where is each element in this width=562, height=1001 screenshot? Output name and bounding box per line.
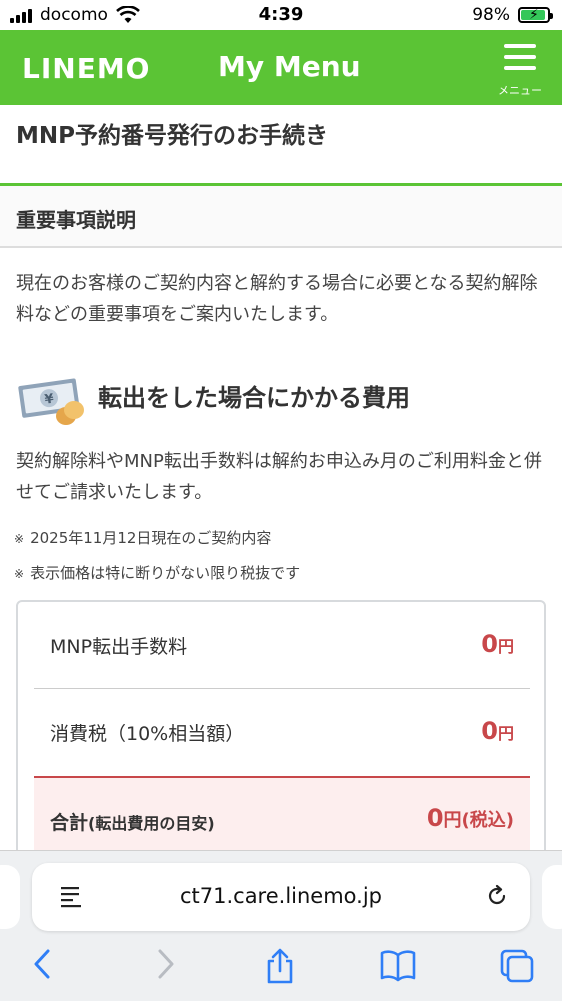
section-header: 重要事項説明 <box>0 186 562 248</box>
battery-percentage: 98% <box>472 5 510 25</box>
page-title: MNP予約番号発行のお手続き <box>16 123 328 149</box>
share-icon[interactable] <box>263 947 297 985</box>
battery-icon: ⚡ <box>518 7 553 23</box>
address-bar[interactable]: ct71.care.linemo.jp <box>32 863 530 931</box>
bookmarks-icon[interactable] <box>378 947 418 983</box>
fee-row-tax: 消費税（10%相当額） 0円 <box>34 689 530 775</box>
fee-label: 消費税（10%相当額） <box>50 723 245 745</box>
linemo-logo[interactable]: LINEMO <box>22 52 151 85</box>
money-icon: ¥ <box>18 378 84 425</box>
total-amount: 0円(税込) <box>426 804 514 832</box>
fee-row-mnp: MNP転出手数料 0円 <box>34 602 530 688</box>
menu-button[interactable]: メニュー <box>492 40 548 100</box>
status-bar: docomo 4:39 98% ⚡ <box>0 0 562 30</box>
fee-amount: 0円 <box>481 717 514 745</box>
back-chevron-icon[interactable] <box>30 947 56 981</box>
note-contract-date: ※ 2025年11月12日現在のご契約内容 <box>14 529 272 547</box>
intro-text: 現在のお客様のご契約内容と解約する場合に必要となる契約解除料などの重要事項をご案… <box>16 273 538 325</box>
browser-toolbar: ct71.care.linemo.jp <box>0 850 562 1001</box>
cost-title: 転出をした場合にかかる費用 <box>98 384 410 412</box>
reload-icon[interactable] <box>484 883 510 909</box>
menu-label: メニュー <box>498 84 542 97</box>
url-text[interactable]: ct71.care.linemo.jp <box>32 884 530 908</box>
browser-nav <box>0 947 562 987</box>
note-tax: ※ 表示価格は特に断りがない限り税抜です <box>14 564 301 582</box>
forward-chevron-icon[interactable] <box>152 947 178 981</box>
fee-table: MNP転出手数料 0円 消費税（10%相当額） 0円 合計(転出費用の目安) 0… <box>16 600 546 880</box>
app-header: LINEMO My Menu メニュー <box>0 30 562 105</box>
charging-bolt-icon: ⚡ <box>529 7 539 23</box>
section-title: 重要事項説明 <box>16 208 136 232</box>
tabs-icon[interactable] <box>498 947 536 985</box>
total-label: 合計(転出費用の目安) <box>50 812 215 834</box>
fee-amount: 0円 <box>481 630 514 658</box>
fee-label: MNP転出手数料 <box>50 636 188 658</box>
cost-heading: ¥ 転出をした場合にかかる費用 <box>16 370 546 430</box>
next-tab-preview[interactable] <box>542 865 562 929</box>
cost-description: 契約解除料やMNP転出手数料は解約お申込み月のご利用料金と併せてご請求いたします… <box>16 451 542 503</box>
header-title: My Menu <box>218 50 361 83</box>
previous-tab-preview[interactable] <box>0 865 20 929</box>
